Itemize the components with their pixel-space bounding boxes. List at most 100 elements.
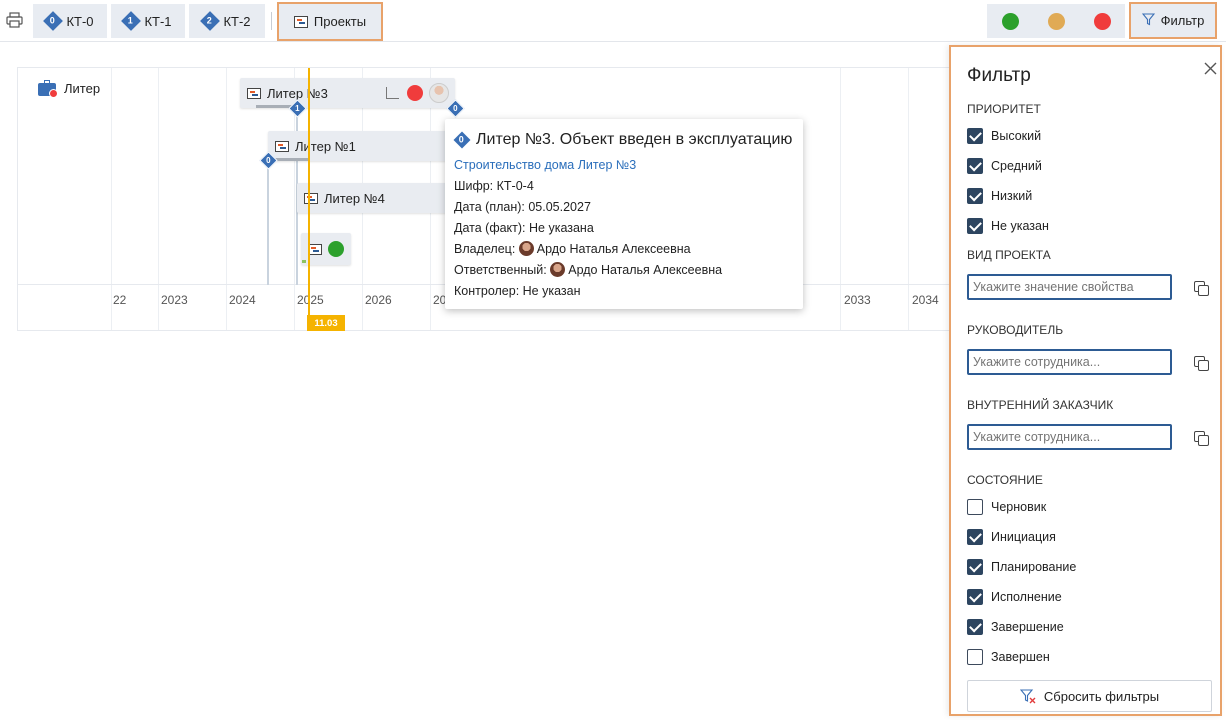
- today-label: 11.03: [314, 317, 338, 329]
- checkbox-label: Завершен: [991, 650, 1050, 664]
- gantt-bar-liter3[interactable]: Литер №3: [240, 78, 455, 108]
- status-dot-green: [1001, 12, 1019, 30]
- connector-line: [267, 163, 269, 285]
- checkbox[interactable]: [967, 589, 983, 605]
- project-type-input[interactable]: [967, 274, 1172, 300]
- checkbox[interactable]: [967, 158, 983, 174]
- customer-section-title: ВНУТРЕННИЙ ЗАКАЗЧИК: [967, 398, 1114, 412]
- status-dot-yellow: [1047, 12, 1065, 30]
- bar-label: Литер №1: [295, 138, 356, 154]
- customer-input[interactable]: [967, 424, 1172, 450]
- checkbox[interactable]: [967, 218, 983, 234]
- priority-checkbox-high[interactable]: Высокий: [967, 128, 1041, 144]
- checkbox[interactable]: [967, 559, 983, 575]
- tooltip-fact-date: Дата (факт): Не указана: [454, 221, 594, 235]
- kt2-button[interactable]: 2 КТ-2: [189, 4, 265, 38]
- checkbox-label: Завершение: [991, 620, 1064, 634]
- tooltip-code: Шифр: КТ-0-4: [454, 179, 534, 193]
- grid-line: [908, 68, 909, 330]
- milestone-icon: 2: [200, 11, 221, 31]
- copy-icon[interactable]: [1194, 431, 1209, 446]
- checkbox-label: Инициация: [991, 530, 1056, 544]
- state-checkbox-initiation[interactable]: Инициация: [967, 529, 1056, 545]
- clear-filter-icon: [1019, 688, 1036, 704]
- status-yellow-button[interactable]: [1033, 4, 1079, 38]
- checkbox[interactable]: [967, 499, 983, 515]
- filter-panel-title: Фильтр: [967, 65, 1031, 86]
- checkbox-label: Планирование: [991, 560, 1077, 574]
- year-label: 2023: [161, 293, 188, 307]
- projects-label: Проекты: [313, 14, 367, 29]
- avatar: [429, 83, 449, 103]
- gantt-bar-liter4[interactable]: Литер №4: [297, 183, 453, 213]
- checkbox[interactable]: [967, 128, 983, 144]
- filter-panel: Фильтр ПРИОРИТЕТ Высокий Средний Низкий …: [949, 45, 1222, 716]
- manager-input[interactable]: [967, 349, 1172, 375]
- copy-icon[interactable]: [1194, 281, 1209, 296]
- grid-line: [158, 68, 159, 330]
- milestone-icon: 0: [453, 131, 471, 149]
- grid-line: [111, 68, 112, 330]
- grid-line: [840, 68, 841, 330]
- avatar: [550, 262, 566, 277]
- checkbox-label: Черновик: [991, 500, 1047, 514]
- copy-icon[interactable]: [1194, 356, 1209, 371]
- status-dot-green: [328, 241, 344, 257]
- tooltip-owner: Ардо Наталья Алексеевна: [536, 242, 691, 256]
- manager-section-title: РУКОВОДИТЕЛЬ: [967, 323, 1064, 337]
- print-icon[interactable]: [6, 12, 23, 28]
- kt1-button[interactable]: 1 КТ-1: [111, 4, 185, 38]
- toolbar-divider: [271, 12, 272, 30]
- milestone-icon: 1: [121, 11, 142, 31]
- gantt-bar-liter1[interactable]: Литер №1: [268, 131, 453, 161]
- milestone-tooltip: 0 Литер №3. Объект введен в эксплуатацию…: [445, 119, 803, 309]
- funnel-icon: [1141, 12, 1155, 29]
- checkbox-label: Не указан: [991, 219, 1049, 233]
- filter-button[interactable]: Фильтр: [1129, 2, 1217, 39]
- tooltip-resp-label: Ответственный:: [454, 263, 547, 277]
- year-label: 2024: [229, 293, 256, 307]
- checkbox[interactable]: [967, 529, 983, 545]
- row-label: Литер: [64, 81, 101, 96]
- state-checkbox-completion[interactable]: Завершение: [967, 619, 1064, 635]
- state-checkbox-draft[interactable]: Черновик: [967, 499, 1046, 515]
- checkbox-label: Исполнение: [991, 590, 1062, 604]
- avatar: [518, 241, 534, 256]
- tooltip-resp: Ардо Наталья Алексеевна: [568, 263, 723, 277]
- status-dot-red: [407, 85, 423, 101]
- filter-label: Фильтр: [1160, 13, 1205, 28]
- tooltip-owner-row: Владелец: Ардо Наталья Алексеевна: [454, 239, 794, 260]
- gantt-icon: [308, 243, 322, 255]
- tooltip-plan-date: Дата (план): 05.05.2027: [454, 200, 591, 214]
- bar-label: Литер №4: [324, 190, 385, 206]
- status-green-button[interactable]: [987, 4, 1033, 38]
- today-marker: 11.03: [307, 315, 345, 331]
- kt0-button[interactable]: 0 КТ-0: [33, 4, 107, 38]
- checkbox[interactable]: [967, 188, 983, 204]
- priority-checkbox-none[interactable]: Не указан: [967, 218, 1049, 234]
- project-type-section-title: ВИД ПРОЕКТА: [967, 248, 1051, 262]
- priority-checkbox-low[interactable]: Низкий: [967, 188, 1032, 204]
- checkbox-label: Средний: [991, 159, 1042, 173]
- state-checkbox-completed[interactable]: Завершен: [967, 649, 1050, 665]
- state-checkbox-planning[interactable]: Планирование: [967, 559, 1076, 575]
- reset-filters-button[interactable]: Сбросить фильтры: [967, 680, 1212, 712]
- tooltip-project-link[interactable]: Строительство дома Литер №3: [454, 155, 794, 176]
- state-checkbox-execution[interactable]: Исполнение: [967, 589, 1062, 605]
- briefcase-icon: [38, 80, 58, 98]
- checkbox[interactable]: [967, 649, 983, 665]
- priority-section-title: ПРИОРИТЕТ: [967, 102, 1041, 116]
- tooltip-header: 0 Литер №3. Объект введен в эксплуатацию: [453, 128, 794, 152]
- year-label: 2033: [844, 293, 871, 307]
- gantt-icon: [247, 87, 261, 99]
- tooltip-controller: Контролер: Не указан: [454, 284, 581, 298]
- projects-button[interactable]: Проекты: [277, 2, 383, 41]
- checkbox[interactable]: [967, 619, 983, 635]
- reset-filters-label: Сбросить фильтры: [1043, 688, 1160, 704]
- priority-checkbox-medium[interactable]: Средний: [967, 158, 1042, 174]
- row-label-area: Литер: [38, 80, 101, 98]
- close-icon[interactable]: [1204, 62, 1217, 75]
- status-red-button[interactable]: [1079, 4, 1125, 38]
- status-dot-red: [1093, 12, 1111, 30]
- tooltip-title: Литер №3. Объект введен в эксплуатацию: [476, 131, 793, 148]
